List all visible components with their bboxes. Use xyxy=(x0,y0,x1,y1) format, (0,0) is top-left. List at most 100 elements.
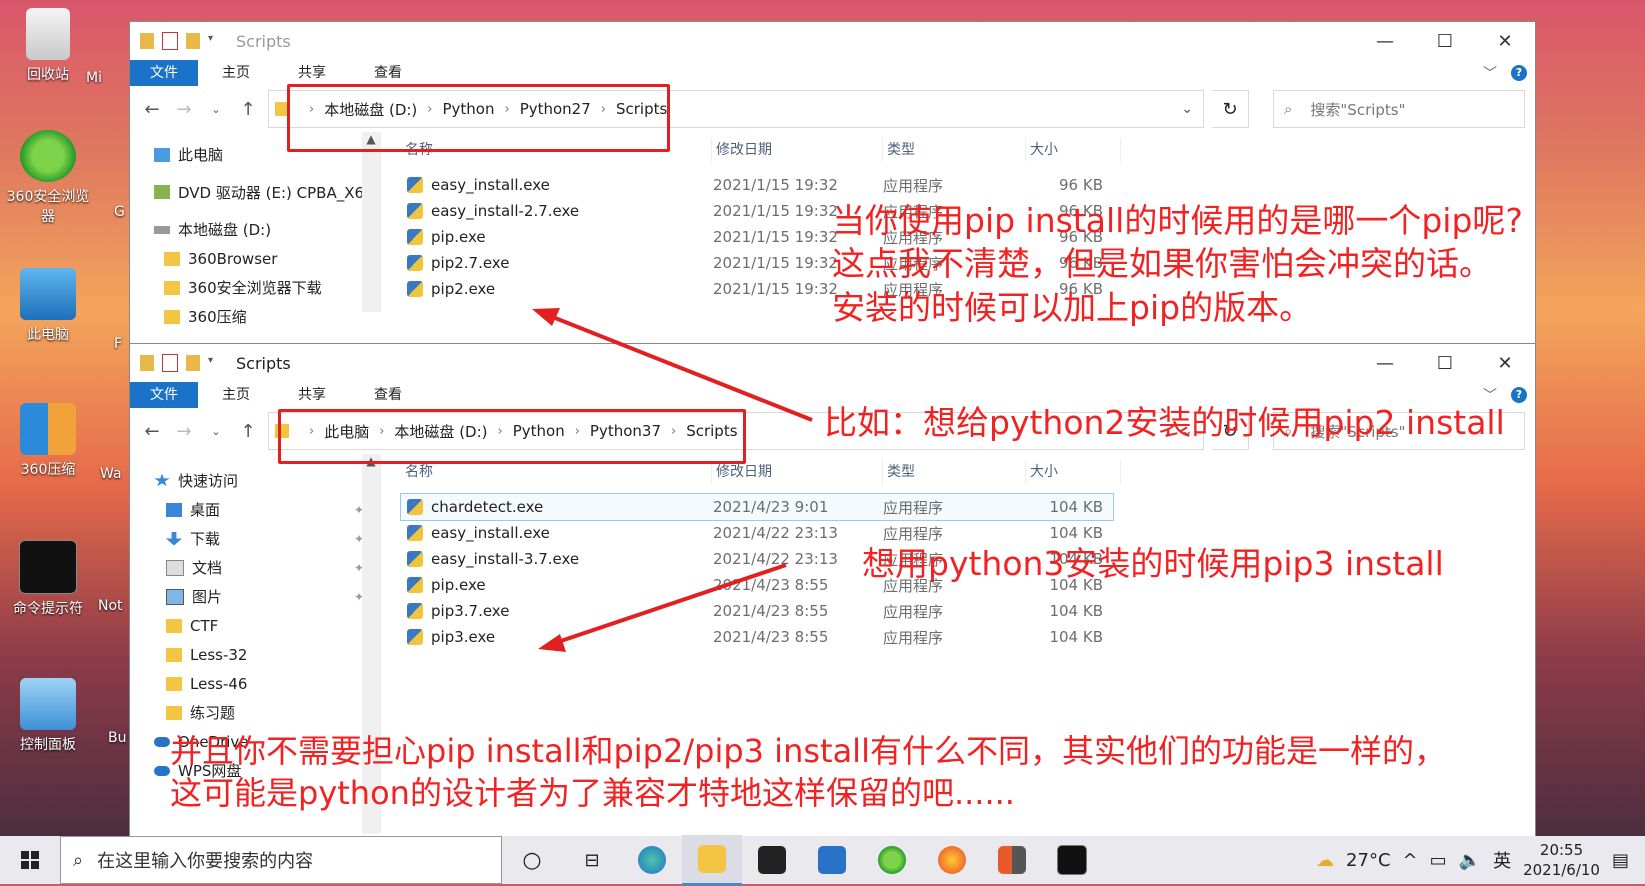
back-icon[interactable]: ← xyxy=(140,421,164,442)
recent-locations-icon[interactable]: ⌄ xyxy=(204,425,228,438)
nav-item-folder[interactable]: 360压缩 xyxy=(130,302,380,331)
desktop-icon-this-pc[interactable]: 此电脑 xyxy=(0,268,96,344)
cortana-button[interactable]: ○ xyxy=(502,836,562,884)
back-icon[interactable]: ← xyxy=(140,99,164,120)
desktop-icon-360-browser[interactable]: 360安全浏览器 xyxy=(0,130,96,226)
tab-file[interactable]: 文件 xyxy=(130,60,198,86)
chevron-down-icon[interactable]: ▾ xyxy=(208,33,222,49)
weather-icon[interactable]: ☁ xyxy=(1316,850,1334,871)
nav-item-folder[interactable]: CTF xyxy=(130,611,380,640)
title-bar[interactable]: ▾ Scripts — ☐ ✕ xyxy=(130,22,1535,60)
volume-icon[interactable]: 🔈 xyxy=(1459,850,1481,871)
nav-item-pictures[interactable]: 图片 ✦ xyxy=(130,582,380,611)
file-row[interactable]: easy_install.exe 2021/1/15 19:32 应用程序 96 KB xyxy=(401,172,1535,198)
taskbar-app-mail[interactable] xyxy=(802,836,862,884)
title-bar[interactable]: ▾ Scripts — ☐ ✕ xyxy=(130,344,1535,382)
desktop-icon-control-panel[interactable]: 控制面板 xyxy=(0,678,96,754)
column-size[interactable]: 大小 xyxy=(1026,460,1121,484)
weather-temperature[interactable]: 27°C xyxy=(1346,850,1390,871)
taskbar-app-360-zip[interactable] xyxy=(982,836,1042,884)
desktop-icon-cmd[interactable]: 命令提示符 xyxy=(0,540,96,618)
python-exe-icon xyxy=(407,629,423,645)
taskbar-app-file-explorer[interactable] xyxy=(682,834,742,886)
column-date[interactable]: 修改日期 xyxy=(712,138,883,162)
properties-icon[interactable] xyxy=(162,32,178,50)
maximize-button[interactable]: ☐ xyxy=(1415,31,1475,52)
nav-item-downloads[interactable]: 下载 ✦ xyxy=(130,524,380,553)
search-input[interactable]: ⌕ 搜索"Scripts" xyxy=(1273,90,1525,128)
nav-item-desktop[interactable]: 桌面 ✦ xyxy=(130,495,380,524)
annotation-bottom1: 并且你不需要担心pip install和pip2/pip3 install有什么… xyxy=(170,732,1446,770)
taskbar-app-360-browser[interactable] xyxy=(862,836,922,884)
taskbar-app-edge[interactable] xyxy=(622,836,682,884)
tab-view[interactable]: 查看 xyxy=(350,60,426,86)
picture-icon xyxy=(166,588,184,605)
tab-home[interactable]: 主页 xyxy=(198,382,274,408)
tab-share[interactable]: 共享 xyxy=(274,382,350,408)
up-icon[interactable]: ↑ xyxy=(236,421,260,442)
forward-icon[interactable]: → xyxy=(172,421,196,442)
nav-item-folder[interactable]: Less-32 xyxy=(130,640,380,669)
taskbar-search-input[interactable]: ⌕ 在这里输入你要搜索的内容 xyxy=(60,836,502,884)
minimize-button[interactable]: — xyxy=(1355,31,1415,52)
nav-item-dvd-drive[interactable]: DVD 驱动器 (E:) CPBA_X64FRE xyxy=(130,169,380,215)
desktop-icon-label: 360安全浏览器 xyxy=(6,189,90,225)
chevron-down-icon[interactable]: ▾ xyxy=(208,355,222,371)
nav-item-folder[interactable]: 360Browser xyxy=(130,244,380,273)
chevron-up-icon[interactable]: ^ xyxy=(1403,850,1418,871)
close-button[interactable]: ✕ xyxy=(1475,31,1535,52)
nav-item-local-disk-d[interactable]: 本地磁盘 (D:) xyxy=(130,215,380,244)
new-folder-icon[interactable] xyxy=(186,355,200,371)
nav-item-folder[interactable]: 360安全浏览器下载 xyxy=(130,273,380,302)
nav-item-documents[interactable]: 文档 ✦ xyxy=(130,553,380,582)
clock-time: 20:55 xyxy=(1539,841,1584,859)
clock[interactable]: 20:55 2021/6/10 xyxy=(1523,840,1600,880)
taskbar-app-cmd[interactable] xyxy=(1042,836,1102,884)
tab-file[interactable]: 文件 xyxy=(130,382,198,408)
column-size[interactable]: 大小 xyxy=(1026,138,1121,162)
taskbar-app-store[interactable] xyxy=(742,836,802,884)
taskbar-app-firefox[interactable] xyxy=(922,836,982,884)
file-row[interactable]: pip3.exe 2021/4/23 8:55 应用程序 104 KB xyxy=(401,624,1535,650)
desktop-icon-recycle-bin[interactable]: 回收站 xyxy=(0,8,96,84)
nav-item-folder[interactable]: Less-46 xyxy=(130,669,380,698)
annotation-line1: 当你使用pip install的时候用的是哪一个pip呢? xyxy=(832,201,1523,240)
mail-icon xyxy=(818,846,846,874)
nav-item-quick-access[interactable]: 快速访问 xyxy=(130,466,380,495)
start-button[interactable] xyxy=(0,836,60,884)
tab-share[interactable]: 共享 xyxy=(274,60,350,86)
help-icon[interactable]: ? xyxy=(1511,387,1527,403)
terminal-icon xyxy=(19,540,77,594)
window-title: Scripts xyxy=(236,31,291,51)
desktop-icon-partial[interactable]: Mi xyxy=(86,70,126,86)
scrollbar[interactable]: ▲ xyxy=(362,132,380,312)
tab-home[interactable]: 主页 xyxy=(198,60,274,86)
maximize-button[interactable]: ☐ xyxy=(1415,353,1475,374)
folder-icon xyxy=(166,618,182,633)
network-icon[interactable]: ▭ xyxy=(1430,850,1447,871)
refresh-button[interactable]: ↻ xyxy=(1212,90,1249,128)
folder-icon xyxy=(166,676,182,691)
notification-icon[interactable]: ▤ xyxy=(1612,850,1629,871)
help-icon[interactable]: ? xyxy=(1511,65,1527,81)
nav-item-folder[interactable]: 练习题 xyxy=(130,698,380,727)
minimize-button[interactable]: — xyxy=(1355,353,1415,374)
column-type[interactable]: 类型 xyxy=(883,138,1026,162)
address-dropdown-icon[interactable]: ⌄ xyxy=(1181,101,1193,117)
annotation-python2: 比如：想给python2安装的时候用pip2 install xyxy=(824,403,1505,442)
forward-icon[interactable]: → xyxy=(172,99,196,120)
new-folder-icon[interactable] xyxy=(186,33,200,49)
up-icon[interactable]: ↑ xyxy=(236,99,260,120)
column-type[interactable]: 类型 xyxy=(883,460,1026,484)
close-button[interactable]: ✕ xyxy=(1475,353,1535,374)
file-row[interactable]: chardetect.exe 2021/4/23 9:01 应用程序 104 KB xyxy=(400,493,1114,521)
folder-icon xyxy=(698,844,726,873)
file-row[interactable]: pip3.7.exe 2021/4/23 8:55 应用程序 104 KB xyxy=(401,598,1535,624)
desktop-icon-360-zip[interactable]: 360压缩 xyxy=(0,403,96,479)
task-view-button[interactable]: ⊟ xyxy=(562,836,622,884)
ime-indicator[interactable]: 英 xyxy=(1493,847,1511,873)
recent-locations-icon[interactable]: ⌄ xyxy=(204,103,228,116)
properties-icon[interactable] xyxy=(162,354,178,372)
expand-ribbon-icon[interactable]: ﹀ xyxy=(1483,63,1497,83)
tab-view[interactable]: 查看 xyxy=(350,382,426,408)
